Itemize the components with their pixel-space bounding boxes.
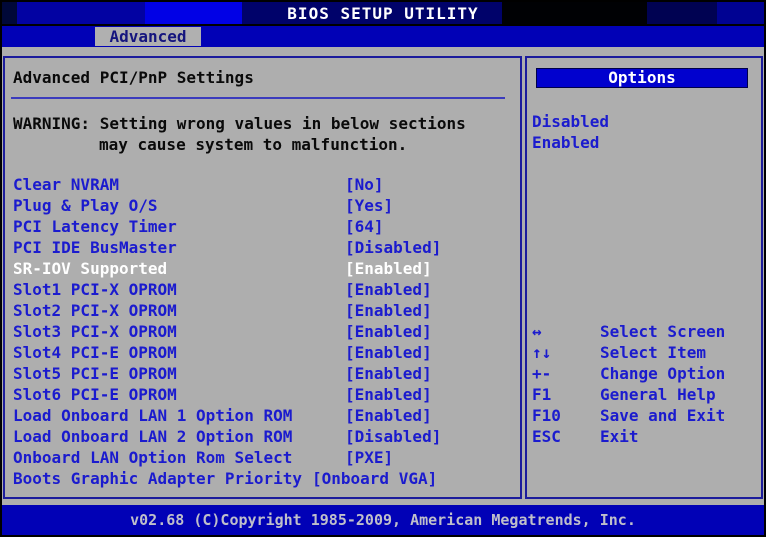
key-name: F1 [532,385,600,404]
warning-text-line1: WARNING: Setting wrong values in below s… [13,114,466,133]
setting-row[interactable]: Load Onboard LAN 1 Option ROM [Enabled] [13,406,513,427]
setting-label: Boots Graphic Adapter Priority [13,469,302,488]
copyright-text: v02.68 (C)Copyright 1985-2009, American … [130,511,636,529]
key-legend-row: ESCExit [532,427,725,448]
key-name: F10 [532,406,600,425]
setting-row[interactable]: PCI IDE BusMaster [Disabled] [13,238,513,259]
page-title: Advanced PCI/PnP Settings [13,68,254,87]
setting-label: Slot5 PCI-E OPROM [13,364,177,383]
setting-row[interactable]: Boots Graphic Adapter Priority [Onboard V… [13,469,513,490]
setting-value: [Enabled] [345,343,432,362]
key-name: +- [532,364,600,383]
key-action: Save and Exit [600,406,725,425]
setting-value: [Enabled] [345,301,432,320]
setting-value: [Disabled] [345,427,441,446]
setting-row[interactable]: Slot6 PCI-E OPROM [Enabled] [13,385,513,406]
setting-label: Load Onboard LAN 2 Option ROM [13,427,292,446]
setting-value: [PXE] [345,448,393,467]
setting-label: Slot6 PCI-E OPROM [13,385,177,404]
key-name: ↑↓ [532,343,600,362]
key-action: Select Item [600,343,706,362]
setting-value: [Disabled] [345,238,441,257]
key-action: Exit [600,427,639,446]
setting-value: [Yes] [345,196,393,215]
key-name: ↔ [532,322,600,341]
setting-value: [Enabled] [345,406,432,425]
setting-value: [Enabled] [345,259,432,278]
warning-text-line2: may cause system to malfunction. [99,135,407,154]
setting-label: SR-IOV Supported [13,259,167,278]
setting-row[interactable]: Onboard LAN Option Rom Select [PXE] [13,448,513,469]
setting-row[interactable]: Slot1 PCI-X OPROM [Enabled] [13,280,513,301]
setting-row[interactable]: PCI Latency Timer [64] [13,217,513,238]
key-legend-row: F10Save and Exit [532,406,725,427]
setting-label: PCI IDE BusMaster [13,238,177,257]
key-legend-row: ↑↓Select Item [532,343,725,364]
option-item: Enabled [532,133,609,154]
setting-label: Plug & Play O/S [13,196,158,215]
key-action: Change Option [600,364,725,383]
menu-bar: Advanced [2,26,764,47]
title-separator [11,97,505,99]
setting-value: [Enabled] [345,385,432,404]
setting-label: Onboard LAN Option Rom Select [13,448,292,467]
key-legend-row: F1General Help [532,385,725,406]
setting-row[interactable]: Plug & Play O/S [Yes] [13,196,513,217]
options-header: Options [536,68,748,88]
setting-label: Clear NVRAM [13,175,119,194]
title-bar: BIOS SETUP UTILITY [2,2,764,24]
tab-advanced[interactable]: Advanced [95,27,201,46]
options-header-label: Options [608,68,675,87]
setting-value: [No] [345,175,384,194]
key-legend-row: ↔Select Screen [532,322,725,343]
setting-label: Slot1 PCI-X OPROM [13,280,177,299]
setting-value: [Enabled] [345,280,432,299]
setting-row[interactable]: Slot3 PCI-X OPROM [Enabled] [13,322,513,343]
setting-row[interactable]: Clear NVRAM [No] [13,175,513,196]
setting-value: [Enabled] [345,364,432,383]
setting-row[interactable]: Slot2 PCI-X OPROM [Enabled] [13,301,513,322]
setting-value: [Enabled] [345,322,432,341]
setting-value: [Onboard VGA] [312,469,437,488]
setting-label: PCI Latency Timer [13,217,177,236]
bios-setup-screen: BIOS SETUP UTILITY Advanced Advanced PCI… [0,0,766,537]
setting-value: [64] [345,217,384,236]
setting-label: Slot4 PCI-E OPROM [13,343,177,362]
setting-row[interactable]: SR-IOV Supported [Enabled] [13,259,513,280]
key-action: Select Screen [600,322,725,341]
settings-list: Clear NVRAM [No] Plug & Play O/S [Yes] PCI L… [13,175,513,490]
settings-panel: Advanced PCI/PnP Settings WARNING: Setti… [3,56,522,499]
copyright-bar: v02.68 (C)Copyright 1985-2009, American … [2,505,764,535]
help-panel: Options DisabledEnabled ↔Select Screen↑↓… [525,56,763,499]
key-legend: ↔Select Screen↑↓Select Item+-Change Opti… [532,322,725,448]
setting-label: Slot2 PCI-X OPROM [13,301,177,320]
options-list: DisabledEnabled [532,112,609,154]
key-name: ESC [532,427,600,446]
setting-row[interactable]: Slot5 PCI-E OPROM [Enabled] [13,364,513,385]
setting-label: Slot3 PCI-X OPROM [13,322,177,341]
tab-advanced-label: Advanced [109,27,186,46]
setting-label: Load Onboard LAN 1 Option ROM [13,406,292,425]
setting-row[interactable]: Load Onboard LAN 2 Option ROM [Disabled] [13,427,513,448]
key-action: General Help [600,385,716,404]
option-item: Disabled [532,112,609,133]
setting-row[interactable]: Slot4 PCI-E OPROM [Enabled] [13,343,513,364]
app-title: BIOS SETUP UTILITY [287,4,478,23]
key-legend-row: +-Change Option [532,364,725,385]
